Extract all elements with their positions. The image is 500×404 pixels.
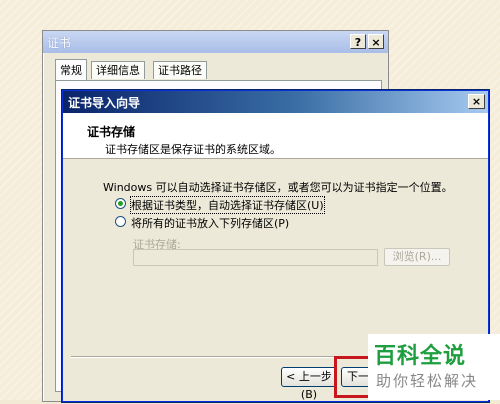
wizard-header: 证书存储 证书存储区是保存证书的系统区域。: [63, 113, 488, 159]
wizard-close-button[interactable]: ×: [468, 94, 485, 109]
tab-details[interactable]: 详细信息: [91, 61, 145, 79]
radio-manual-indicator[interactable]: [115, 216, 126, 227]
radio-auto-label[interactable]: 根据证书类型，自动选择证书存储区(U): [130, 196, 325, 214]
watermark-slogan: 助你轻松解决: [376, 372, 479, 390]
help-button[interactable]: ?: [350, 34, 366, 49]
watermark-title: 百科全说: [374, 344, 467, 369]
certificate-close-button[interactable]: ×: [368, 34, 384, 49]
wizard-instruction: Windows 可以自动选择证书存储区，或者您可以为证书指定一个位置。: [103, 181, 453, 194]
tab-cert-path[interactable]: 证书路径: [153, 61, 207, 79]
tab-general[interactable]: 常规: [55, 59, 87, 81]
watermark: 百科全说 助你轻松解决: [368, 334, 500, 400]
back-button[interactable]: < 上一步(B): [281, 367, 337, 401]
certificate-titlebar[interactable]: 证书 ? ×: [43, 31, 388, 53]
certificate-title: 证书: [47, 36, 72, 50]
radio-auto-indicator[interactable]: [115, 198, 126, 209]
wizard-title: 证书导入向导: [68, 96, 141, 110]
wizard-step-description: 证书存储区是保存证书的系统区域。: [105, 143, 281, 156]
browse-button[interactable]: 浏览(R)...: [384, 248, 450, 266]
radio-manual-label[interactable]: 将所有的证书放入下列存储区(P): [131, 215, 289, 231]
certificate-tabs: 常规 详细信息 证书路径: [55, 59, 385, 81]
wizard-step-title: 证书存储: [87, 125, 136, 139]
wizard-titlebar[interactable]: 证书导入向导 ×: [63, 91, 488, 113]
store-input[interactable]: [133, 249, 378, 266]
